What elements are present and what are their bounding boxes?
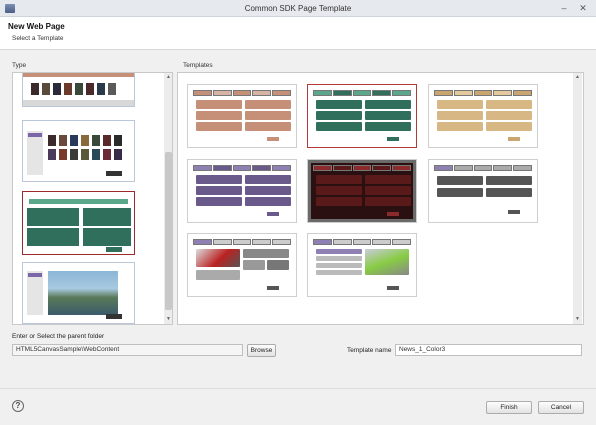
template-tile[interactable] [307, 159, 417, 223]
template-name-field[interactable]: News_1_Color3 [395, 344, 582, 356]
type-thumb[interactable] [22, 262, 135, 324]
cancel-button[interactable]: Cancel [538, 401, 584, 414]
page-subtitle: Select a Template [12, 35, 64, 42]
template-tile[interactable] [187, 233, 297, 297]
scroll-down-icon[interactable]: ▼ [165, 316, 172, 323]
template-tile-selected[interactable] [307, 84, 417, 148]
browse-button[interactable]: Browse [247, 344, 276, 357]
type-thumb-selected[interactable] [22, 191, 135, 255]
template-tile[interactable] [187, 84, 297, 148]
type-thumb[interactable] [22, 120, 135, 182]
template-tile[interactable] [428, 84, 538, 148]
page-title: New Web Page [8, 22, 65, 31]
finish-button[interactable]: Finish [486, 401, 532, 414]
parent-folder-label: Enter or Select the parent folder [12, 333, 105, 340]
type-thumb[interactable] [22, 73, 135, 107]
window-title: Common SDK Page Template [244, 4, 352, 13]
type-list[interactable]: ▲ ▼ [12, 72, 173, 325]
minimize-icon[interactable]: – [559, 3, 569, 13]
scroll-down-icon[interactable]: ▼ [574, 316, 581, 323]
type-label: Type [12, 62, 27, 69]
wizard-header: New Web Page Select a Template [0, 17, 596, 50]
footer-divider [0, 388, 596, 389]
scroll-up-icon[interactable]: ▲ [165, 74, 172, 81]
template-tile[interactable] [307, 233, 417, 297]
window-titlebar: Common SDK Page Template – ✕ [0, 0, 596, 17]
parent-folder-field[interactable]: HTML5CanvasSample\WebContent [12, 344, 243, 356]
close-icon[interactable]: ✕ [578, 3, 588, 13]
template-tile[interactable] [428, 159, 538, 223]
type-scrollbar[interactable]: ▲ ▼ [164, 73, 172, 324]
template-tile[interactable] [187, 159, 297, 223]
help-icon[interactable]: ? [12, 400, 24, 412]
scrollbar-thumb[interactable] [165, 152, 172, 310]
scroll-up-icon[interactable]: ▲ [574, 74, 581, 81]
templates-scrollbar[interactable]: ▲ ▼ [573, 73, 582, 324]
template-name-label: Template name [347, 347, 392, 354]
templates-label: Templates [183, 62, 213, 69]
templates-grid[interactable]: ▲ ▼ [177, 72, 584, 325]
